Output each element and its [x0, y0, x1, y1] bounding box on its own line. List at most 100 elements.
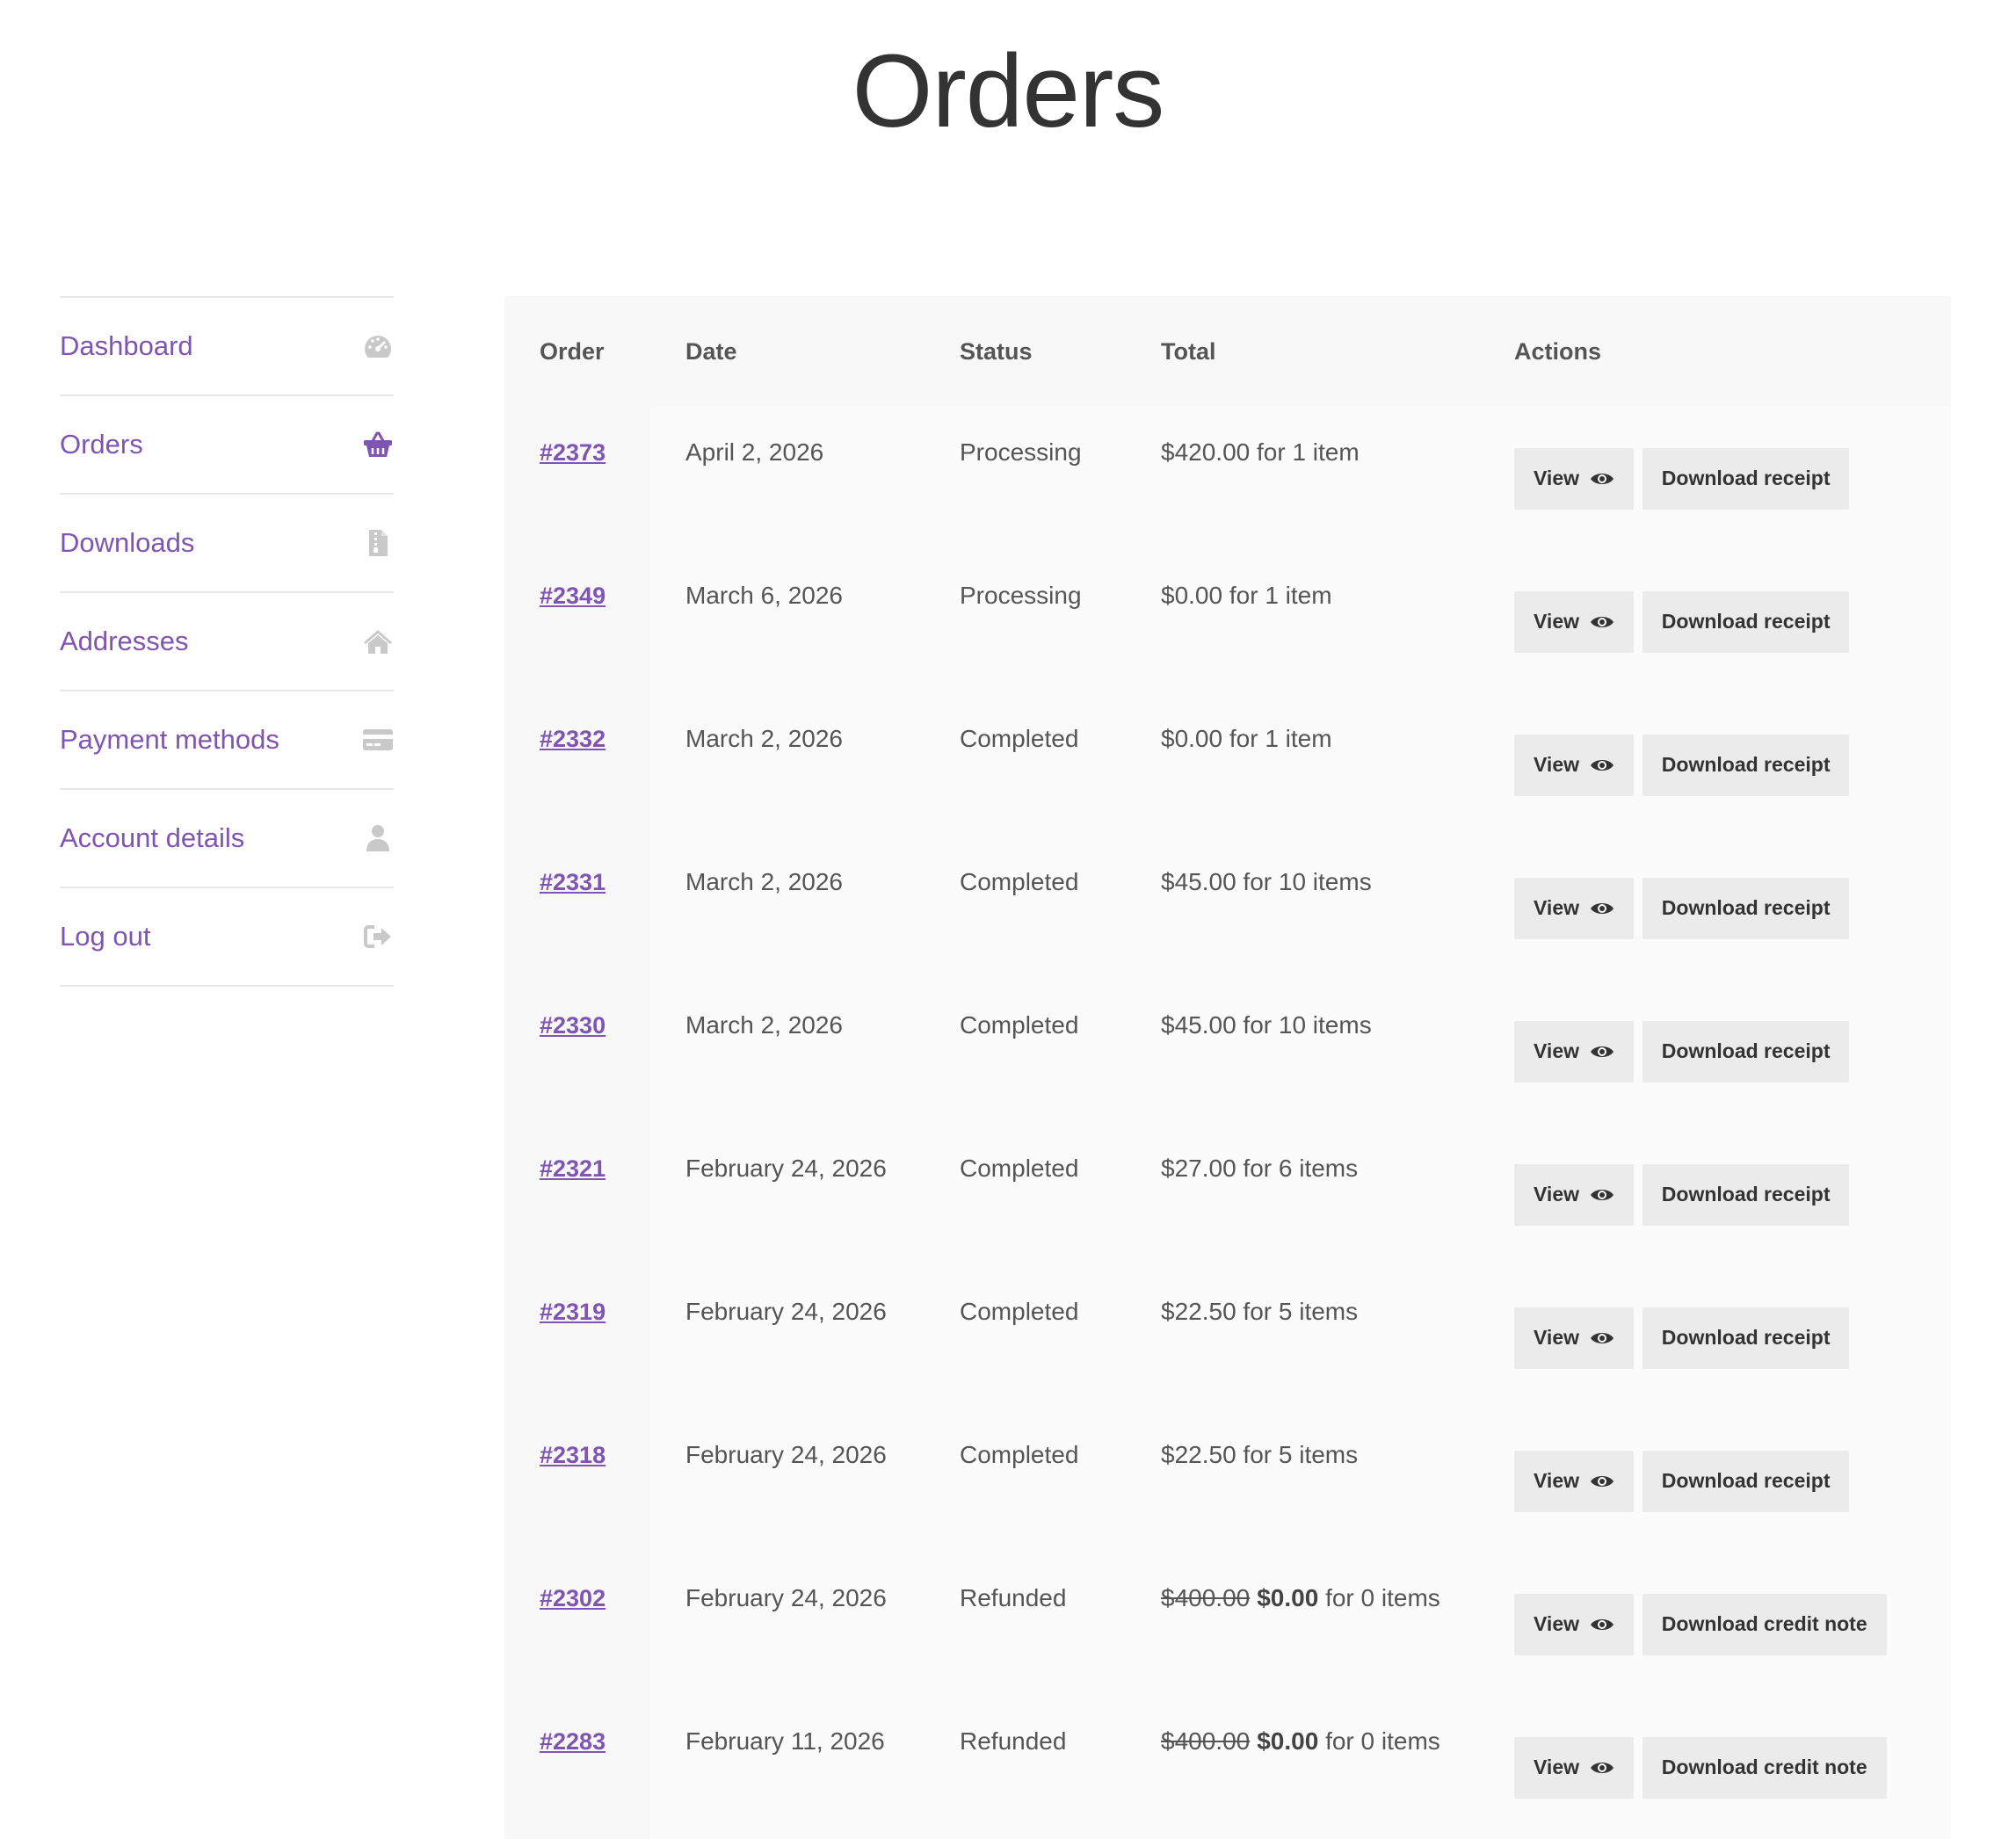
order-number-cell: #2302 [504, 1553, 650, 1696]
eye-icon [1591, 759, 1614, 771]
view-button[interactable]: View [1514, 1020, 1634, 1082]
order-number-cell: #2332 [504, 693, 650, 836]
eye-icon [1591, 473, 1614, 484]
sidebar-item-label: Dashboard [60, 330, 193, 361]
eye-icon [1591, 1189, 1614, 1200]
order-number-cell: #2373 [504, 407, 650, 550]
order-total: $45.00 for 10 items [1126, 836, 1479, 980]
eye-icon [1591, 1618, 1614, 1630]
order-number-link[interactable]: #2283 [540, 1728, 606, 1755]
order-date: March 2, 2026 [650, 980, 925, 1123]
download-document-button[interactable]: Download receipt [1642, 1163, 1850, 1226]
view-button[interactable]: View [1514, 1450, 1634, 1512]
total-amount: $0.00 [1257, 1727, 1319, 1755]
column-header-order: Order [540, 337, 605, 365]
order-actions: View Download receipt [1479, 980, 1951, 1123]
total-item-count: for 0 items [1318, 1727, 1440, 1755]
order-status: Refunded [925, 1553, 1126, 1696]
view-button[interactable]: View [1514, 1307, 1634, 1369]
order-number-link[interactable]: #2318 [540, 1442, 606, 1468]
order-status: Completed [925, 1266, 1126, 1409]
original-total: $400.00 [1161, 1584, 1251, 1611]
order-number-link[interactable]: #2302 [540, 1585, 606, 1611]
order-number-cell: #2283 [504, 1696, 650, 1839]
sidebar-item-label: Log out [60, 921, 151, 952]
view-button[interactable]: View [1514, 1736, 1634, 1799]
credit-card-icon [362, 724, 394, 756]
view-button-label: View [1534, 1612, 1579, 1635]
total-item-count: for 5 items [1236, 1441, 1359, 1468]
sidebar-item-label: Orders [60, 429, 143, 460]
download-document-button[interactable]: Download credit note [1642, 1593, 1887, 1655]
view-button[interactable]: View [1514, 1163, 1634, 1226]
sidebar-item-addresses[interactable]: Addresses [60, 593, 394, 691]
view-button-label: View [1534, 753, 1579, 776]
view-button-label: View [1534, 896, 1579, 919]
order-status: Processing [925, 550, 1126, 693]
order-actions: View Download receipt [1479, 836, 1951, 980]
order-number-link[interactable]: #2321 [540, 1155, 606, 1182]
order-status: Completed [925, 980, 1126, 1123]
total-amount: $27.00 [1161, 1155, 1236, 1182]
order-number-cell: #2318 [504, 1409, 650, 1553]
order-date: March 6, 2026 [650, 550, 925, 693]
total-item-count: for 10 items [1236, 1011, 1372, 1039]
file-archive-icon [362, 527, 394, 559]
orders-table-panel: Order Date Status Total Actions #2373 Ap… [504, 296, 1951, 1839]
sidebar-item-payment-methods[interactable]: Payment methods [60, 691, 394, 790]
download-document-button[interactable]: Download receipt [1642, 590, 1850, 653]
total-amount: $45.00 [1161, 868, 1236, 895]
logout-icon [362, 921, 394, 952]
total-item-count: for 1 item [1250, 438, 1360, 466]
order-date: February 24, 2026 [650, 1266, 925, 1409]
view-button[interactable]: View [1514, 590, 1634, 653]
order-total: $420.00 for 1 item [1126, 407, 1479, 550]
table-row: #2319 February 24, 2026 Completed $22.50… [504, 1266, 1951, 1409]
view-button[interactable]: View [1514, 447, 1634, 510]
sidebar-item-account-details[interactable]: Account details [60, 790, 394, 888]
download-document-button[interactable]: Download receipt [1642, 877, 1850, 939]
order-actions: View Download receipt [1479, 1266, 1951, 1409]
total-item-count: for 6 items [1236, 1155, 1359, 1182]
table-row: #2330 March 2, 2026 Completed $45.00 for… [504, 980, 1951, 1123]
order-date: February 11, 2026 [650, 1696, 925, 1839]
order-date: February 24, 2026 [650, 1123, 925, 1266]
table-row: #2349 March 6, 2026 Processing $0.00 for… [504, 550, 1951, 693]
sidebar-item-orders[interactable]: Orders [60, 396, 394, 495]
order-number-link[interactable]: #2349 [540, 583, 606, 609]
eye-icon [1591, 1332, 1614, 1343]
page-title: Orders [852, 33, 1165, 149]
download-document-button[interactable]: Download receipt [1642, 1020, 1850, 1082]
download-document-button[interactable]: Download credit note [1642, 1736, 1887, 1799]
view-button[interactable]: View [1514, 1593, 1634, 1655]
download-document-button[interactable]: Download receipt [1642, 1450, 1850, 1512]
download-document-button[interactable]: Download receipt [1642, 447, 1850, 510]
view-button[interactable]: View [1514, 877, 1634, 939]
order-number-cell: #2349 [504, 550, 650, 693]
order-date: April 2, 2026 [650, 407, 925, 550]
total-amount: $420.00 [1161, 438, 1251, 466]
view-button[interactable]: View [1514, 734, 1634, 796]
view-button-label: View [1534, 1326, 1579, 1349]
eye-icon [1591, 1762, 1614, 1773]
order-number-link[interactable]: #2330 [540, 1012, 606, 1039]
total-amount: $0.00 [1161, 725, 1223, 752]
column-header-total: Total [1161, 337, 1216, 365]
sidebar-item-downloads[interactable]: Downloads [60, 495, 394, 593]
order-number-link[interactable]: #2373 [540, 439, 606, 466]
order-status: Completed [925, 836, 1126, 980]
order-total: $22.50 for 5 items [1126, 1409, 1479, 1553]
total-amount: $0.00 [1161, 582, 1223, 609]
sidebar-item-dashboard[interactable]: Dashboard [60, 298, 394, 396]
order-number-link[interactable]: #2319 [540, 1299, 606, 1325]
order-number-link[interactable]: #2332 [540, 726, 606, 752]
sidebar-item-label: Account details [60, 822, 245, 853]
download-document-button[interactable]: Download receipt [1642, 734, 1850, 796]
order-date: February 24, 2026 [650, 1409, 925, 1553]
table-row: #2332 March 2, 2026 Completed $0.00 for … [504, 693, 1951, 836]
order-number-link[interactable]: #2331 [540, 869, 606, 895]
column-header-status: Status [960, 337, 1033, 365]
home-icon [362, 626, 394, 657]
sidebar-item-log-out[interactable]: Log out [60, 888, 394, 987]
download-document-button[interactable]: Download receipt [1642, 1307, 1850, 1369]
